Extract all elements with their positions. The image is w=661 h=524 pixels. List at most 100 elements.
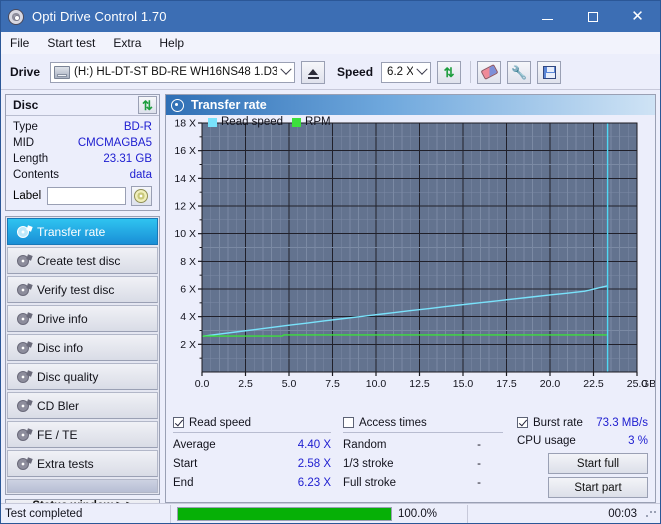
access-times-stats: Access times Random - 1/3 stroke - Full — [343, 414, 503, 498]
transfer-rate-icon — [171, 99, 184, 112]
save-button[interactable] — [537, 61, 561, 84]
eraser-icon — [480, 64, 498, 80]
read-speed-checkbox[interactable] — [173, 417, 184, 428]
speed-label: Speed — [337, 65, 373, 79]
disc-row-key: Contents — [13, 169, 59, 181]
legend-label: RPM — [305, 116, 331, 128]
read-speed-stats: Read speed Average 4.40 X Start 2.58 X — [173, 414, 331, 498]
legend-swatch — [292, 118, 301, 127]
save-icon — [543, 66, 556, 79]
erase-button[interactable] — [477, 61, 501, 84]
refresh-button[interactable]: ⇅ — [437, 61, 461, 84]
disc-panel-title: Disc — [13, 98, 38, 112]
read-speed-header: Read speed — [173, 414, 331, 431]
legend-swatch — [208, 118, 217, 127]
sidebar-item-transfer-rate[interactable]: Transfer rate — [7, 218, 158, 245]
drive-icon — [54, 66, 70, 79]
disc-panel-header: Disc ⇅ — [6, 95, 159, 116]
refresh-icon: ⇅ — [444, 66, 455, 79]
disc-label-input[interactable] — [47, 187, 126, 205]
title-bar: Opti Drive Control 1.70 ✕ — [1, 1, 660, 32]
svg-text:12.5: 12.5 — [409, 378, 430, 390]
gear-icon — [14, 429, 31, 441]
svg-text:14 X: 14 X — [174, 173, 196, 185]
stat-key: End — [173, 477, 193, 489]
svg-text:6 X: 6 X — [180, 284, 196, 296]
content-header: Transfer rate — [166, 95, 655, 115]
menu-item-start-test[interactable]: Start test — [47, 34, 104, 52]
chart-canvas: 2 X4 X6 X8 X10 X12 X14 X16 X18 X0.02.55.… — [166, 115, 655, 398]
disc-row-key: MID — [13, 137, 34, 149]
disc-row-type: Type BD-R — [13, 119, 152, 135]
disc-label-read-button[interactable] — [131, 186, 152, 206]
sidebar-item-disc-info[interactable]: Disc info — [7, 334, 158, 361]
disc-refresh-button[interactable]: ⇅ — [138, 96, 157, 114]
sidebar-item-fe-te[interactable]: FE / TE — [7, 421, 158, 448]
stat-row-full-stroke: Full stroke - — [343, 473, 503, 492]
sidebar-item-label: Extra tests — [37, 457, 94, 471]
start-full-button[interactable]: Start full — [548, 453, 648, 474]
sidebar-item-label: Create test disc — [37, 254, 120, 268]
status-bar: Test completed 100.0% 00:03 — [1, 503, 660, 523]
disc-row-contents: Contents data — [13, 167, 152, 183]
sidebar-item-cd-bler[interactable]: CD Bler — [7, 392, 158, 419]
stat-key: Random — [343, 439, 386, 451]
drive-select[interactable]: (H:) HL-DT-ST BD-RE WH16NS48 1.D3 — [50, 62, 295, 83]
access-times-checkbox[interactable] — [343, 417, 354, 428]
window-title: Opti Drive Control 1.70 — [32, 9, 525, 24]
svg-text:15.0: 15.0 — [453, 378, 474, 390]
sidebar-item-extra-tests[interactable]: Extra tests — [7, 450, 158, 477]
close-button[interactable]: ✕ — [615, 1, 660, 32]
svg-text:18 X: 18 X — [174, 118, 196, 130]
start-part-button[interactable]: Start part — [548, 477, 648, 498]
drive-label: Drive — [10, 65, 40, 79]
sidebar-item-drive-info[interactable]: Drive info — [7, 305, 158, 332]
sidebar: Disc ⇅ Type BD-R MID CMCMAGBA5 Le — [5, 94, 160, 503]
gear-icon — [14, 226, 31, 238]
sidebar-item-create-test-disc[interactable]: Create test disc — [7, 247, 158, 274]
menu-item-help[interactable]: Help — [159, 34, 193, 52]
toolbar-divider — [470, 61, 471, 83]
status-message: Test completed — [1, 505, 171, 523]
menu-item-extra[interactable]: Extra — [113, 34, 150, 52]
sidebar-item-disc-quality[interactable]: Disc quality — [7, 363, 158, 390]
sidebar-filler — [7, 479, 158, 493]
disc-label-row: Label — [13, 185, 152, 206]
speed-select[interactable]: 6.2 X — [381, 62, 431, 83]
stat-value: - — [477, 477, 481, 489]
sidebar-item-verify-test-disc[interactable]: Verify test disc — [7, 276, 158, 303]
svg-text:2.5: 2.5 — [238, 378, 253, 390]
gear-icon — [14, 458, 31, 470]
legend-item-rpm: RPM — [292, 116, 331, 128]
sidebar-item-label: Disc info — [37, 341, 83, 355]
disc-row-value: 23.31 GB — [103, 153, 152, 165]
tools-button[interactable]: 🔧 — [507, 61, 531, 84]
svg-text:GB: GB — [641, 378, 655, 390]
divider — [343, 432, 503, 433]
minimize-button[interactable] — [525, 1, 570, 32]
stat-value: 2.58 X — [298, 458, 331, 470]
stat-value: 3 % — [628, 435, 648, 447]
read-speed-label: Read speed — [189, 417, 251, 429]
stat-row-start: Start 2.58 X — [173, 454, 331, 473]
elapsed-time: 00:03 — [468, 505, 645, 523]
svg-text:10.0: 10.0 — [366, 378, 387, 390]
burst-rate-checkbox[interactable] — [517, 417, 528, 428]
maximize-button[interactable] — [570, 1, 615, 32]
svg-text:5.0: 5.0 — [282, 378, 297, 390]
eject-button[interactable] — [301, 61, 325, 84]
stat-value: - — [477, 439, 481, 451]
menu-item-file[interactable]: File — [10, 34, 38, 52]
resize-grip-icon[interactable] — [645, 508, 657, 520]
access-times-label: Access times — [359, 417, 427, 429]
svg-text:0.0: 0.0 — [195, 378, 210, 390]
stat-row-end: End 6.23 X — [173, 473, 331, 492]
chart-legend: Read speed RPM — [208, 116, 340, 128]
svg-text:16 X: 16 X — [174, 145, 196, 157]
stat-value: 6.23 X — [298, 477, 331, 489]
svg-text:8 X: 8 X — [180, 256, 196, 268]
sidebar-item-label: FE / TE — [37, 428, 77, 442]
svg-text:7.5: 7.5 — [325, 378, 340, 390]
gear-icon — [14, 255, 31, 267]
content-title: Transfer rate — [191, 98, 267, 112]
